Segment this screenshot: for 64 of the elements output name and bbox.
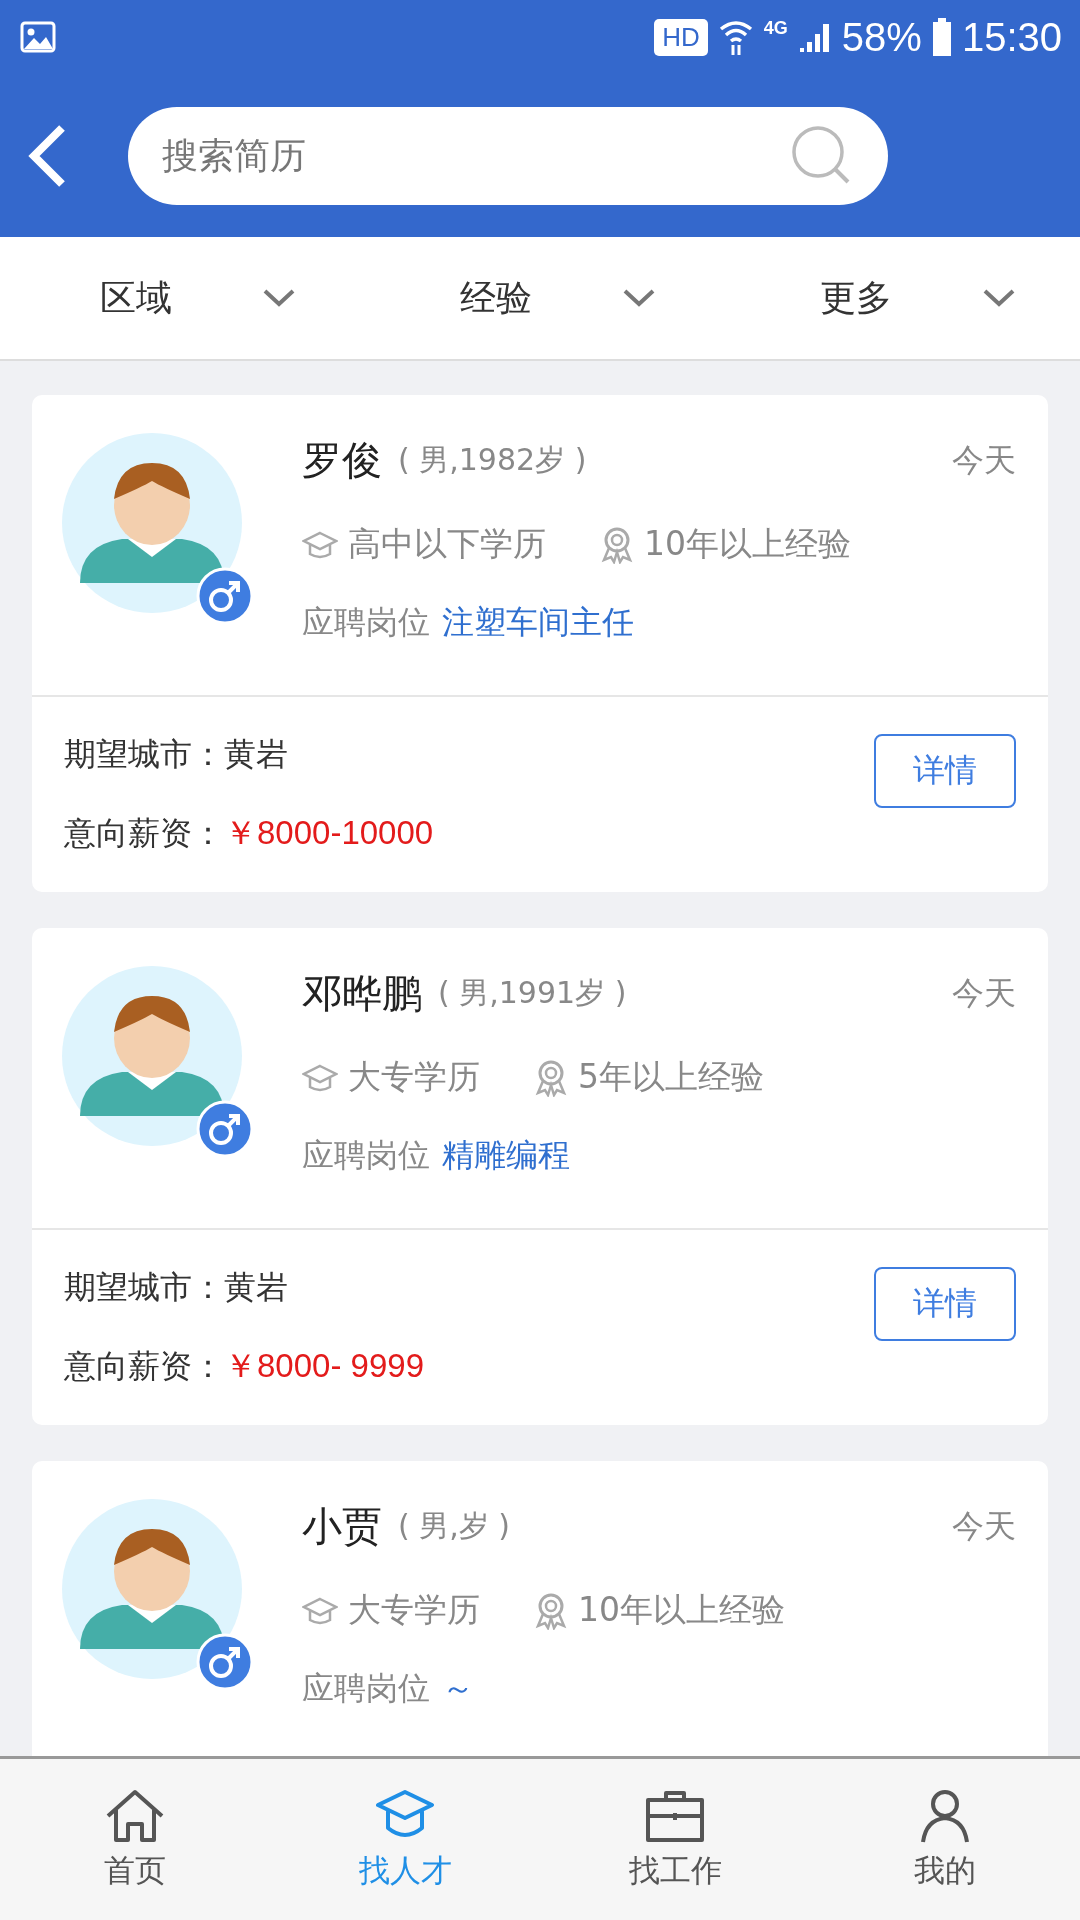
avatar-icon <box>62 433 242 613</box>
male-symbol-icon <box>196 1100 254 1158</box>
award-ribbon-icon <box>534 1058 568 1097</box>
post-date: 今天 <box>952 972 1016 1014</box>
resume-card[interactable]: 小贾 ( 男,岁 ) 今天 大专学历 10年以上经验 应聘岗位 ～ <box>32 1461 1048 1756</box>
filter-dropdown[interactable]: 更多 <box>720 272 1080 324</box>
details-button[interactable]: 详情 <box>874 1266 1016 1341</box>
post-date: 今天 <box>952 439 1016 481</box>
avatar-icon <box>62 966 242 1146</box>
chevron-down-icon <box>982 288 1016 308</box>
salary: ￥8000- 9999 <box>224 1346 424 1386</box>
experience: 10年以上经验 <box>578 1589 785 1631</box>
graduation-cap-icon <box>302 529 338 560</box>
clock: 15:30 <box>961 14 1062 60</box>
graduation-cap-icon <box>302 1595 338 1626</box>
search-field[interactable]: 搜索简历 <box>128 106 888 205</box>
candidate-name: 罗俊 <box>302 436 382 485</box>
filter-dropdown[interactable]: 区域 <box>0 272 360 324</box>
candidate-name: 邓晔鹏 <box>302 969 422 1018</box>
education: 高中以下学历 <box>348 523 546 565</box>
male-symbol-icon <box>196 1633 254 1691</box>
male-symbol-icon <box>196 567 254 625</box>
city-label: 期望城市： <box>64 734 224 775</box>
position: 注塑车间主任 <box>442 602 634 643</box>
post-date: 今天 <box>952 1505 1016 1547</box>
award-ribbon-icon <box>534 1591 568 1630</box>
position-label: 应聘岗位 <box>302 1135 430 1176</box>
avatar-icon <box>62 1499 242 1679</box>
gender-age: ( 男,1991岁 ) <box>438 974 627 1012</box>
city: 黄岩 <box>224 734 288 775</box>
position: 精雕编程 <box>442 1135 570 1176</box>
hd-badge: HD <box>654 18 708 56</box>
award-ribbon-icon <box>600 525 634 564</box>
salary: ￥8000-10000 <box>224 813 434 853</box>
position-label: 应聘岗位 <box>302 1668 430 1709</box>
details-button[interactable]: 详情 <box>874 733 1016 808</box>
graduation-cap-icon <box>302 1062 338 1093</box>
back-icon[interactable] <box>28 123 68 188</box>
nav-tab[interactable]: 找工作 <box>540 1759 810 1920</box>
filter-dropdown[interactable]: 经验 <box>360 272 720 324</box>
image-icon <box>20 21 56 53</box>
city-label: 期望城市： <box>64 1267 224 1308</box>
gender-age: ( 男,岁 ) <box>398 1507 511 1545</box>
nav-tab[interactable]: 首页 <box>0 1759 270 1920</box>
battery-icon <box>931 18 952 56</box>
resume-card[interactable]: 邓晔鹏 ( 男,1991岁 ) 今天 大专学历 5年以上经验 应聘岗位 精雕编程 期望城市：黄岩 意向薪资：￥8000- 9999 详情 <box>32 928 1048 1425</box>
gender-age: ( 男,1982岁 ) <box>398 441 587 479</box>
education: 大专学历 <box>348 1056 480 1098</box>
battery-percent: 58% <box>841 14 922 60</box>
chevron-down-icon <box>622 288 656 308</box>
experience: 10年以上经验 <box>644 523 851 565</box>
experience: 5年以上经验 <box>578 1056 764 1098</box>
salary-label: 意向薪资： <box>64 1345 224 1387</box>
position: ～ <box>442 1668 474 1709</box>
salary-label: 意向薪资： <box>64 812 224 854</box>
city: 黄岩 <box>224 1267 288 1308</box>
network-type: 4G <box>763 18 788 39</box>
chevron-down-icon <box>262 288 296 308</box>
nav-tab[interactable]: 我的 <box>810 1759 1080 1920</box>
position-label: 应聘岗位 <box>302 602 430 643</box>
home-icon <box>104 1787 166 1844</box>
candidate-name: 小贾 <box>302 1502 382 1551</box>
resume-card[interactable]: 罗俊 ( 男,1982岁 ) 今天 高中以下学历 10年以上经验 应聘岗位 注塑车间主任 期望城市：黄岩 意向薪资：￥8000-10000 详情 <box>32 395 1048 892</box>
education: 大专学历 <box>348 1589 480 1631</box>
